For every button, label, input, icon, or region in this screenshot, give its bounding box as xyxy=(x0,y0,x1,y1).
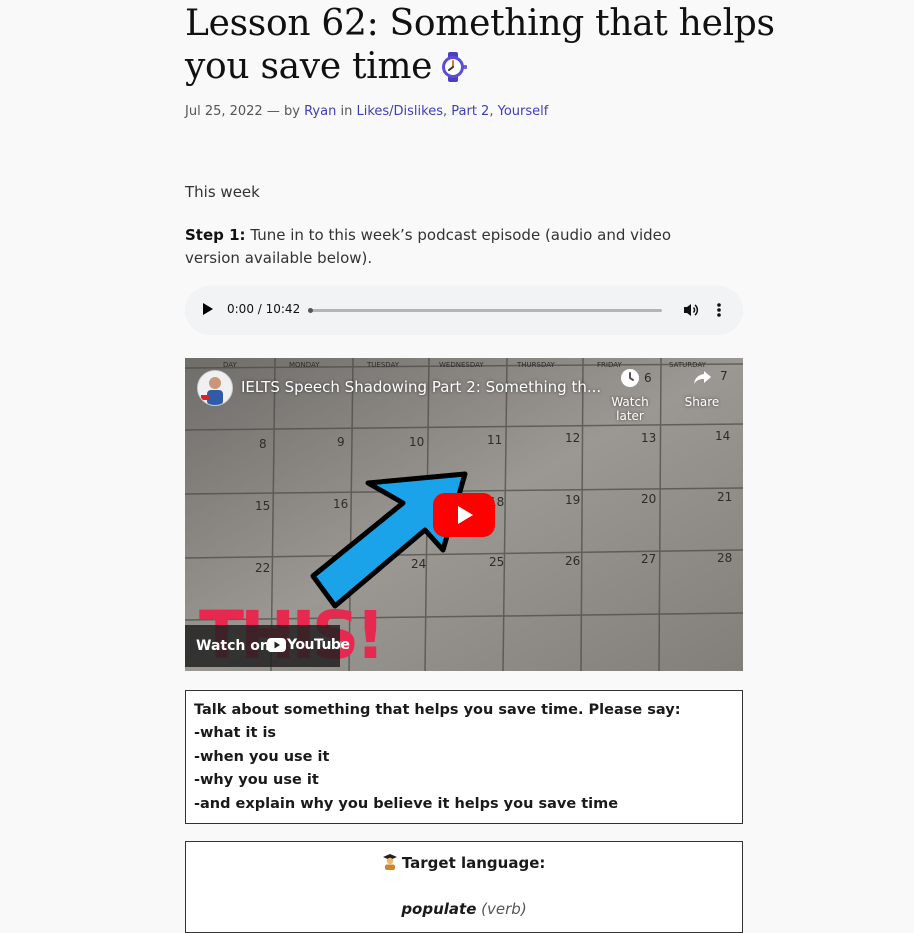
watch-later-label: Watch later xyxy=(611,395,649,423)
category-link-yourself[interactable]: Yourself xyxy=(498,104,549,119)
calendar-number: 21 xyxy=(717,490,732,504)
calendar-number: 16 xyxy=(333,497,348,511)
category-link-likes-dislikes[interactable]: Likes/Dislikes xyxy=(356,104,443,119)
calendar-number: 25 xyxy=(489,555,504,569)
step-1-paragraph: Step 1: Tune in to this week’s podcast e… xyxy=(185,224,715,270)
channel-avatar[interactable] xyxy=(197,370,233,406)
calendar-number: 22 xyxy=(255,561,270,575)
clock-icon xyxy=(621,369,639,387)
student-icon xyxy=(382,854,397,874)
audio-progress-track[interactable] xyxy=(308,309,662,312)
calendar-number: 27 xyxy=(641,552,656,566)
author-link[interactable]: Ryan xyxy=(304,104,336,119)
cue-card: Talk about something that helps you save… xyxy=(185,690,743,824)
target-language-heading: Target language: xyxy=(186,854,742,874)
calendar-number: 14 xyxy=(715,429,730,443)
calendar-number: 24 xyxy=(411,557,426,571)
cue-card-line: -when you use it xyxy=(194,749,330,765)
calendar-number: 15 xyxy=(255,499,270,513)
calendar-number: 12 xyxy=(565,431,580,445)
page-title-text: Lesson 62: Something that helps you save… xyxy=(185,3,775,87)
share-button[interactable]: Share xyxy=(669,368,735,409)
audio-progress-knob[interactable] xyxy=(308,308,313,313)
calendar-number: 28 xyxy=(717,551,732,565)
page-title: Lesson 62: Something that helps you save… xyxy=(185,2,775,94)
youtube-play-icon xyxy=(433,493,495,537)
step-1-text: Tune in to this week’s podcast episode (… xyxy=(185,226,672,267)
calendar-number: 10 xyxy=(409,435,424,449)
watch-on-youtube-button[interactable]: Watch on YouTube xyxy=(185,625,350,667)
wristwatch-icon xyxy=(436,50,470,94)
vocab-word: populate xyxy=(401,900,477,918)
vocab-pos: (verb) xyxy=(481,900,527,918)
youtube-label: YouTube xyxy=(287,637,350,653)
meta-separator: — xyxy=(266,104,280,119)
weekday-label: THURSDAY xyxy=(516,361,555,369)
audio-player: 0:00 / 10:42 xyxy=(185,286,743,335)
youtube-embed[interactable]: DAY MONDAY TUESDAY WEDNESDAY THURSDAY FR… xyxy=(185,358,743,671)
audio-time: 0:00 / 10:42 xyxy=(227,302,301,316)
video-title[interactable]: IELTS Speech Shadowing Part 2: Something… xyxy=(241,378,601,396)
weekday-label: MONDAY xyxy=(289,361,320,369)
vocab-entry: populate (verb) xyxy=(186,900,742,918)
weekday-label: DAY xyxy=(223,361,238,369)
cue-card-line: Talk about something that helps you save… xyxy=(194,702,681,718)
intro-text: This week xyxy=(185,183,260,201)
play-button[interactable] xyxy=(433,493,495,541)
calendar-number: 11 xyxy=(487,433,502,447)
volume-icon[interactable] xyxy=(683,302,699,322)
weekday-label: WEDNESDAY xyxy=(439,361,484,369)
calendar-number: 19 xyxy=(565,493,580,507)
in-label: in xyxy=(340,104,353,119)
more-options-icon[interactable] xyxy=(716,302,722,322)
post-meta: Jul 25, 2022 — by Ryan in Likes/Dislikes… xyxy=(185,104,549,119)
calendar-number: 8 xyxy=(259,437,267,451)
calendar-number: 13 xyxy=(641,431,656,445)
by-label: by xyxy=(284,104,300,119)
step-1-label: Step 1: xyxy=(185,226,246,244)
calendar-number: 9 xyxy=(337,435,345,449)
calendar-number: 26 xyxy=(565,554,580,568)
play-icon[interactable] xyxy=(203,303,213,315)
cue-card-line: -what it is xyxy=(194,725,277,741)
youtube-logo-icon xyxy=(267,638,286,652)
cue-card-line: -why you use it xyxy=(194,772,319,788)
watch-later-button[interactable]: Watch later xyxy=(597,368,663,423)
calendar-number: 20 xyxy=(641,492,656,506)
target-language-box: Target language: populate (verb) xyxy=(185,841,743,933)
share-icon xyxy=(694,371,711,384)
share-label: Share xyxy=(684,395,720,409)
weekday-label: TUESDAY xyxy=(366,361,400,369)
category-link-part-2[interactable]: Part 2 xyxy=(451,104,489,119)
post-date: Jul 25, 2022 xyxy=(185,104,263,119)
cue-card-line: -and explain why you believe it helps yo… xyxy=(194,796,619,812)
watch-on-label: Watch on xyxy=(196,638,270,654)
target-language-label: Target language: xyxy=(401,854,546,872)
